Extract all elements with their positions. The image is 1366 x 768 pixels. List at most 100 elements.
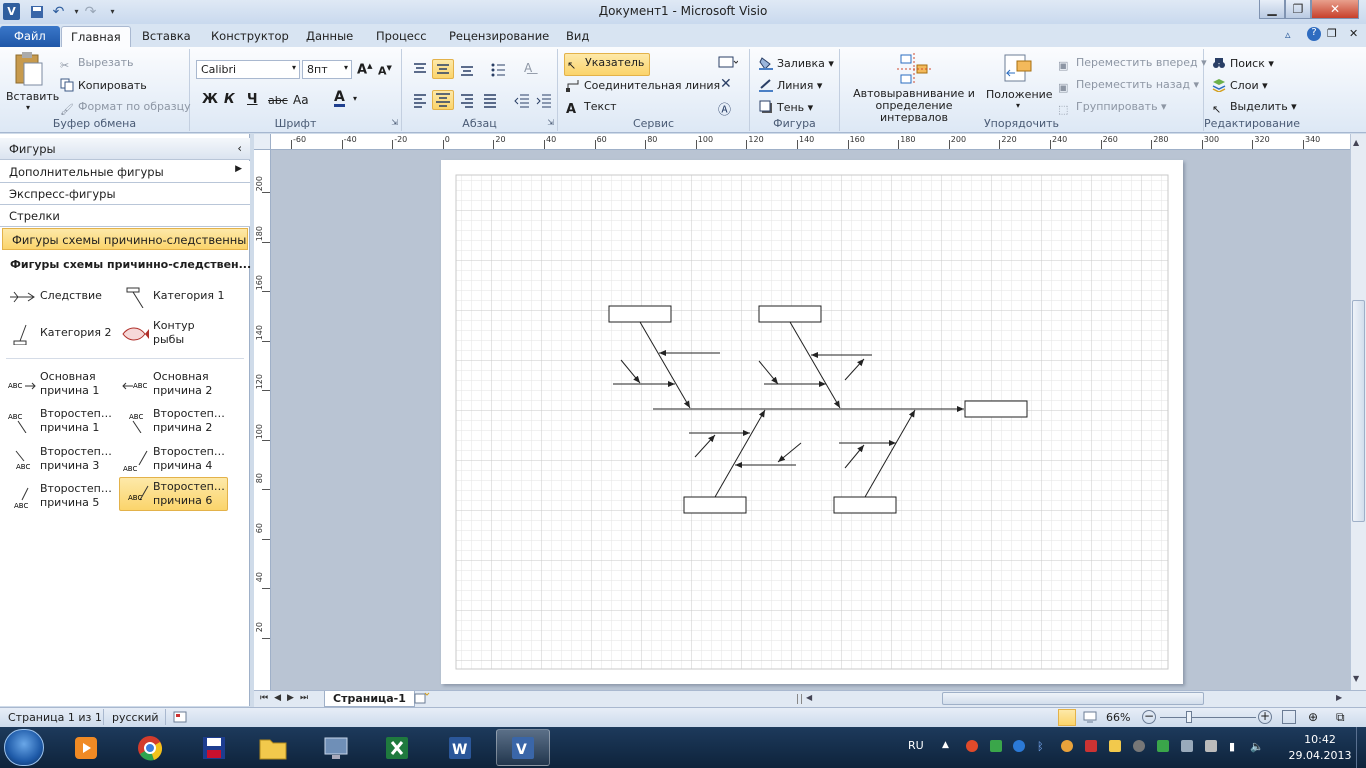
quick-shapes-item[interactable]: Экспресс-фигуры (0, 183, 250, 205)
macro-record-icon[interactable] (173, 711, 187, 723)
vertical-scroll-thumb[interactable] (1352, 300, 1365, 522)
status-page-count[interactable]: Страница 1 из 1 (8, 711, 102, 724)
shape-category-2[interactable]: Категория 2 (4, 317, 114, 351)
status-language[interactable]: русский (112, 711, 159, 724)
font-color-button[interactable]: A (334, 90, 345, 107)
cut-button[interactable]: ✂ Вырезать (60, 56, 133, 73)
minimize-ribbon-icon[interactable]: ▵ (1285, 28, 1291, 41)
align-top-icon[interactable] (412, 61, 428, 77)
copy-button[interactable]: Копировать (60, 78, 147, 92)
collapse-panel-icon[interactable]: ‹ (237, 141, 242, 155)
clock-time[interactable]: 10:42 (1298, 733, 1342, 746)
scroll-left-icon[interactable]: ◀ (806, 693, 812, 702)
tray-monitor-icon[interactable] (1181, 740, 1193, 752)
justify-icon[interactable] (482, 92, 498, 108)
rotate-text-icon[interactable]: Ⓐ (718, 99, 731, 118)
tray-app2-icon[interactable] (1085, 740, 1097, 752)
shadow-button[interactable]: Тень ▾ (759, 100, 813, 114)
horizontal-scroll-thumb[interactable] (942, 692, 1204, 705)
paste-button[interactable]: Вставить ▾ (6, 51, 59, 117)
network-icon[interactable] (1205, 740, 1217, 752)
pan-zoom-icon[interactable]: ⊕ (1308, 710, 1318, 724)
align-right-icon[interactable] (459, 92, 475, 108)
find-button[interactable]: Поиск ▾ (1212, 56, 1274, 70)
shape-secondary-cause-6[interactable]: ABC Второстепе... причина 6 (119, 477, 228, 511)
tab-process[interactable]: Процесс (367, 26, 436, 47)
more-shapes-item[interactable]: Дополнительные фигуры ▶ (0, 161, 250, 183)
fit-page-icon[interactable] (1282, 710, 1296, 724)
category-box-bottom-1[interactable] (683, 496, 747, 514)
shape-secondary-cause-5[interactable]: ABC Второстепе... причина 5 (4, 480, 114, 514)
taskbar-media-player[interactable] (59, 729, 113, 766)
change-case-button[interactable]: Аа (293, 93, 309, 107)
grow-font-icon[interactable]: A▲ (357, 62, 372, 77)
font-size-combo[interactable]: 8пт ▾ (302, 60, 352, 79)
close-x-icon[interactable]: ✕ (720, 76, 732, 92)
shape-secondary-cause-2[interactable]: ABC Второстепе... причина 2 (117, 405, 227, 439)
shape-primary-cause-2[interactable]: ABC Основная причина 2 (117, 368, 227, 402)
category-box-top-2[interactable] (758, 305, 822, 323)
autoalign-button[interactable]: Автовыравнивание и определение интервало… (844, 53, 984, 124)
category-box-bottom-2[interactable] (833, 496, 897, 514)
pointer-tool-button[interactable]: ↖ Указатель (564, 53, 651, 76)
page-tab-1[interactable]: Страница-1 (324, 691, 415, 707)
format-painter-button[interactable]: 🖌 Формат по образцу (60, 100, 191, 117)
fullscreen-view-icon[interactable] (1082, 711, 1098, 723)
tray-app3-icon[interactable] (1109, 740, 1121, 752)
shape-secondary-cause-4[interactable]: ABC Второстепе... причина 4 (117, 443, 227, 477)
align-middle-button[interactable] (432, 59, 454, 79)
layers-button[interactable]: Слои ▾ (1212, 78, 1268, 93)
tab-file[interactable]: Файл (0, 26, 60, 47)
cause-effect-stencil-item[interactable]: Фигуры схемы причинно-следственных с... (2, 228, 248, 250)
zoom-slider-track[interactable] (1160, 717, 1256, 718)
scroll-right-icon[interactable]: ▶ (1336, 693, 1342, 702)
font-family-combo[interactable]: Calibri ▾ (196, 60, 300, 79)
connector-tool-button[interactable]: Соединительная линия (566, 78, 720, 92)
send-backward-button[interactable]: ▣ Переместить назад ▾ (1058, 78, 1199, 95)
horizontal-ruler[interactable]: -60 -40 -20 0 20 40 60 80 100 120 140 160 180 200 220 2… (271, 134, 1350, 150)
bluetooth-icon[interactable]: ᛒ (1037, 740, 1049, 753)
shape-fish-outline[interactable]: Контур рыбы (117, 317, 227, 351)
decrease-indent-icon[interactable] (514, 92, 530, 108)
tray-app4-icon[interactable] (1133, 740, 1145, 752)
taskbar-word[interactable]: W (433, 729, 487, 766)
underline-button[interactable]: Ч (247, 92, 258, 107)
taskbar-explorer[interactable] (246, 729, 300, 766)
taskbar-excel[interactable] (370, 729, 424, 766)
strikethrough-button[interactable]: abc (268, 94, 288, 107)
fullpage-view-icon[interactable] (1058, 709, 1076, 726)
text-tool-button[interactable]: A Текст (566, 100, 617, 117)
effect-box[interactable] (964, 400, 1028, 418)
category-box-top-1[interactable] (608, 305, 672, 323)
drawing-canvas[interactable] (271, 150, 1350, 690)
shape-secondary-cause-1[interactable]: ABC Второстепе... причина 1 (4, 405, 114, 439)
tab-insert[interactable]: Вставка (133, 26, 200, 47)
volume-icon[interactable]: 🔈 (1250, 740, 1264, 753)
shape-primary-cause-1[interactable]: ABC Основная причина 1 (4, 368, 114, 402)
bold-button[interactable]: Ж (202, 92, 218, 107)
font-color-dropdown-icon[interactable]: ▾ (353, 94, 357, 103)
fill-button[interactable]: Заливка ▾ (759, 56, 834, 70)
scroll-up-icon[interactable]: ▲ (1353, 138, 1359, 147)
tab-home[interactable]: Главная (61, 26, 131, 47)
tray-sync-icon[interactable] (1157, 740, 1169, 752)
show-desktop-button[interactable] (1356, 727, 1366, 768)
rectangle-tool-icon[interactable] (718, 56, 738, 68)
scroll-down-icon[interactable]: ▼ (1353, 674, 1359, 683)
zoom-slider-thumb[interactable] (1186, 711, 1192, 723)
align-left-icon[interactable] (412, 92, 428, 108)
tray-update-icon[interactable] (1013, 740, 1025, 752)
shape-category-1[interactable]: Категория 1 (117, 280, 227, 314)
start-button[interactable] (4, 729, 44, 766)
battery-icon[interactable]: ▮ (1229, 740, 1241, 753)
italic-button[interactable]: К (224, 92, 235, 107)
tab-review[interactable]: Рецензирование (440, 26, 558, 47)
group-button[interactable]: ⬚ Группировать ▾ (1058, 100, 1167, 117)
page-nav-icons[interactable]: ⏮◀▶⏭ (260, 693, 314, 703)
insert-page-icon[interactable] (414, 692, 430, 705)
maximize-button[interactable]: ❐ (1285, 0, 1311, 19)
text-direction-icon[interactable]: A͟ (524, 61, 532, 75)
align-center-button[interactable] (432, 90, 454, 110)
align-bottom-icon[interactable] (459, 61, 475, 77)
bullets-icon[interactable] (490, 61, 506, 77)
